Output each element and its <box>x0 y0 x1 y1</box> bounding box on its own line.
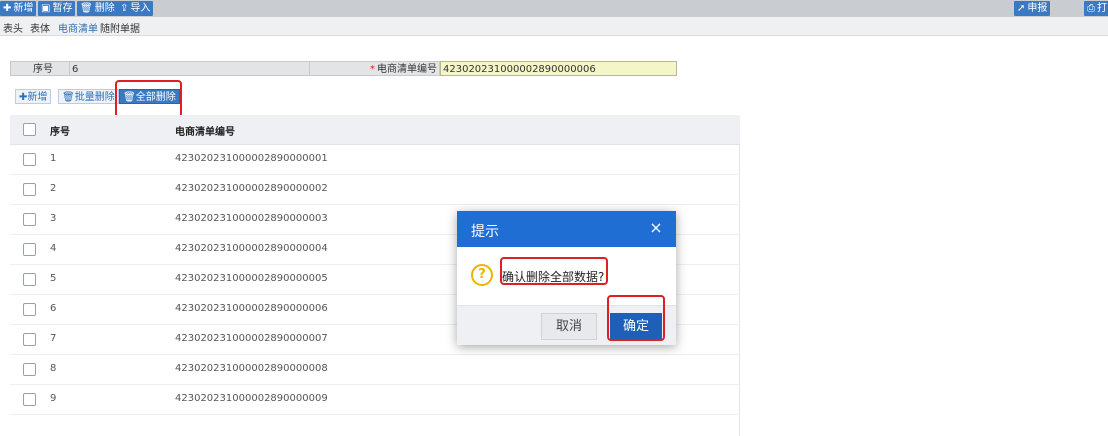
add-row-button[interactable]: ✚新增 <box>15 89 52 104</box>
ec-number-label-text: 电商清单编号 <box>377 64 437 75</box>
send-icon: ➚ <box>1017 3 1026 14</box>
highlight-box <box>607 295 665 341</box>
row-seq: 7 <box>50 333 57 344</box>
table-row[interactable]: 1 423020231000002890000001 <box>10 145 740 175</box>
batch-delete-button[interactable]: 🗑批量删除 <box>58 89 119 104</box>
batch-delete-label: 批量删除 <box>74 92 115 103</box>
toolbar-delete-button[interactable]: 🗑 删除 <box>77 1 118 16</box>
row-checkbox[interactable] <box>23 213 36 226</box>
main-toolbar: ✚ 新增 ▣ 暂存 🗑 删除 ⇪ 导入 ➚ 申报 ⎙ 打 <box>0 0 1108 17</box>
row-ec-number: 423020231000002890000004 <box>175 243 328 254</box>
row-checkbox[interactable] <box>23 333 36 346</box>
row-ec-number: 423020231000002890000006 <box>175 303 328 314</box>
header-ec-number: 电商清单编号 <box>175 127 235 138</box>
toolbar-add-label: 新增 <box>13 3 34 14</box>
dialog-title: 提示 <box>471 224 499 240</box>
toolbar-save-button[interactable]: ▣ 暂存 <box>38 1 76 16</box>
row-checkbox[interactable] <box>23 303 36 316</box>
table-header: 序号 电商清单编号 <box>10 115 740 145</box>
toolbar-import-button[interactable]: ⇪ 导入 <box>117 1 154 16</box>
row-seq: 2 <box>50 183 57 194</box>
tab-bar: 表头 表体 电商清单 随附单据 <box>0 17 1108 36</box>
row-ec-number: 423020231000002890000008 <box>175 363 328 374</box>
table-row[interactable]: 2 423020231000002890000002 <box>10 175 740 205</box>
toolbar-add-button[interactable]: ✚ 新增 <box>0 1 37 16</box>
add-row-label: 新增 <box>27 92 48 103</box>
table-row[interactable]: 8 423020231000002890000008 <box>10 355 740 385</box>
ec-number-field[interactable]: 423020231000002890000006 <box>440 61 677 76</box>
row-checkbox[interactable] <box>23 183 36 196</box>
dialog-header: 提示 × <box>457 211 676 247</box>
close-icon[interactable]: × <box>647 219 665 237</box>
plus-icon: ✚ <box>3 3 12 14</box>
row-seq: 1 <box>50 153 57 164</box>
row-ec-number: 423020231000002890000009 <box>175 393 328 404</box>
print-icon: ⎙ <box>1087 3 1095 14</box>
toolbar-import-label: 导入 <box>130 3 151 14</box>
table-row[interactable]: 9 423020231000002890000009 <box>10 385 740 415</box>
row-checkbox[interactable] <box>23 153 36 166</box>
required-mark: * <box>370 64 375 75</box>
tab-body[interactable]: 表体 <box>30 20 50 35</box>
row-seq: 5 <box>50 273 57 284</box>
seq-label: 序号 <box>10 61 70 76</box>
row-checkbox[interactable] <box>23 363 36 376</box>
ec-number-label: * 电商清单编号 <box>310 61 440 76</box>
row-seq: 8 <box>50 363 57 374</box>
row-ec-number: 423020231000002890000002 <box>175 183 328 194</box>
tab-ec-list[interactable]: 电商清单 <box>58 20 98 35</box>
toolbar-declare-label: 申报 <box>1027 3 1048 14</box>
toolbar-declare-button[interactable]: ➚ 申报 <box>1014 1 1051 16</box>
row-checkbox[interactable] <box>23 243 36 256</box>
save-icon: ▣ <box>41 3 51 14</box>
row-seq: 4 <box>50 243 57 254</box>
row-checkbox[interactable] <box>23 273 36 286</box>
seq-field[interactable]: 6 <box>70 61 310 76</box>
row-checkbox[interactable] <box>23 393 36 406</box>
toolbar-save-label: 暂存 <box>52 3 73 14</box>
row-seq: 9 <box>50 393 57 404</box>
toolbar-print-button[interactable]: ⎙ 打 <box>1084 1 1108 16</box>
row-ec-number: 423020231000002890000005 <box>175 273 328 284</box>
toolbar-print-label: 打 <box>1097 3 1107 14</box>
toolbar-delete-label: 删除 <box>94 3 115 14</box>
tab-header[interactable]: 表头 <box>3 20 23 35</box>
row-ec-number: 423020231000002890000003 <box>175 213 328 224</box>
cancel-button[interactable]: 取消 <box>541 313 597 340</box>
detail-form-row: 序号 6 * 电商清单编号 423020231000002890000006 <box>10 61 677 76</box>
select-all-checkbox[interactable] <box>23 123 36 136</box>
row-ec-number: 423020231000002890000001 <box>175 153 328 164</box>
import-icon: ⇪ <box>120 3 129 14</box>
row-seq: 3 <box>50 213 57 224</box>
trash-icon: 🗑 <box>80 3 93 14</box>
header-seq: 序号 <box>50 127 70 138</box>
highlight-box <box>115 80 182 118</box>
tab-attachments[interactable]: 随附单据 <box>100 20 140 35</box>
highlight-box <box>500 257 608 285</box>
trash-icon: 🗑 <box>62 92 75 103</box>
row-ec-number: 423020231000002890000007 <box>175 333 328 344</box>
question-icon: ? <box>471 264 493 286</box>
row-seq: 6 <box>50 303 57 314</box>
